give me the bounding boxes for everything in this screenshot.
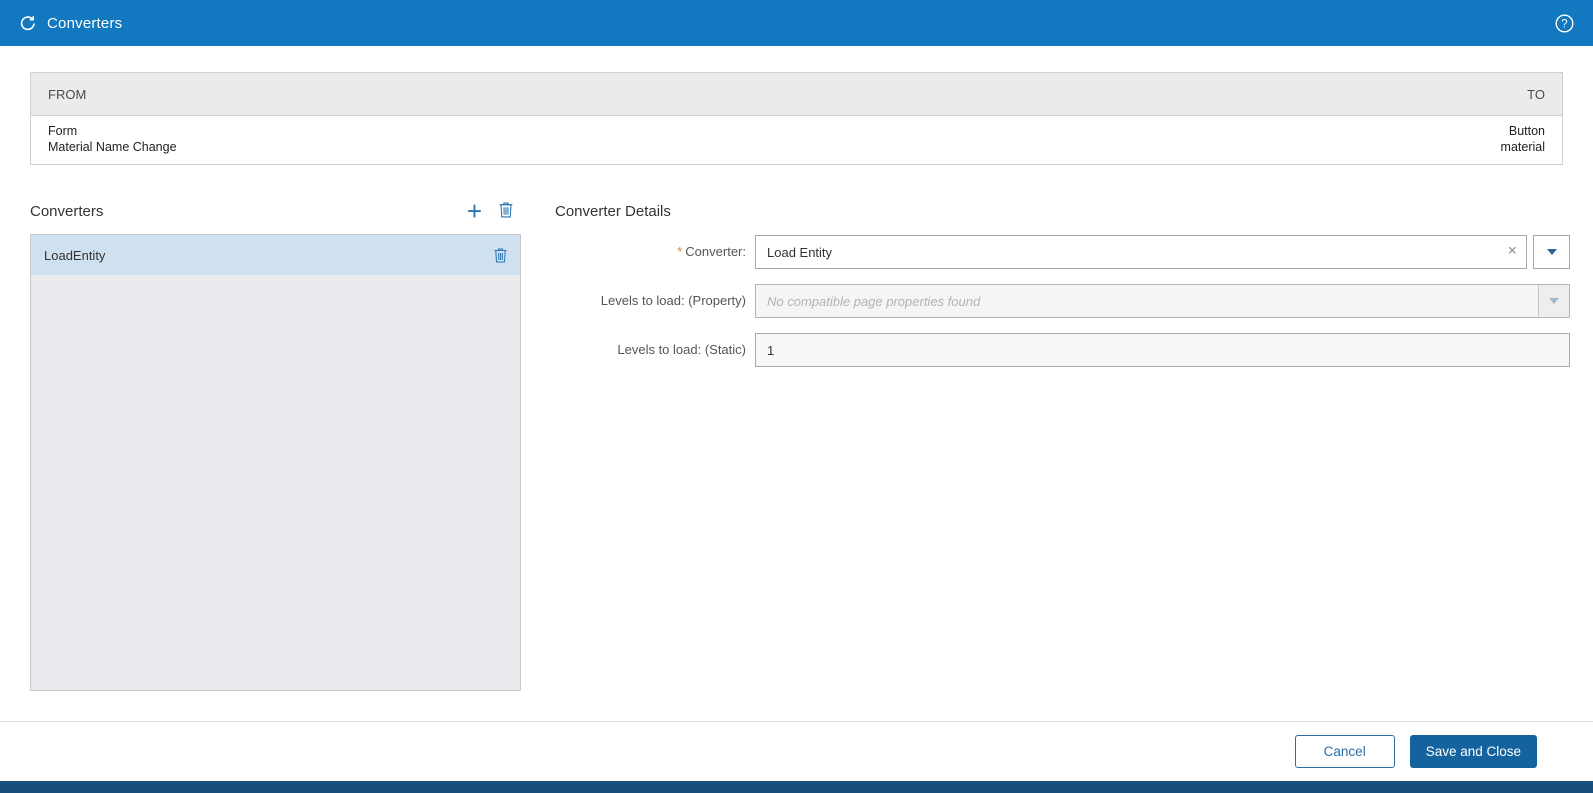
converter-details-title: Converter Details [555,202,671,220]
converter-field-label: * Converter: [677,244,746,259]
required-marker: * [677,244,683,259]
titlebar: Converters ? [0,0,1593,46]
levels-property-label: Levels to load: (Property) [600,293,746,308]
converter-combobox[interactable]: × [755,235,1527,269]
mapping-to-name: material [1500,140,1545,154]
levels-static-label: Levels to load: (Static) [617,342,746,357]
mapping-from-type: Form [48,124,78,138]
chevron-down-icon [1546,249,1557,255]
converters-panel-title: Converters [30,202,104,220]
delete-converter-item-icon[interactable] [494,248,507,263]
clear-icon[interactable]: × [1508,243,1517,260]
help-icon[interactable]: ? [1555,13,1574,33]
chevron-down-icon [1549,298,1559,304]
levels-static-field-row: Levels to load: (Static) [555,333,1570,367]
converters-list: LoadEntity [30,234,521,691]
cancel-button[interactable]: Cancel [1294,735,1395,768]
levels-property-combobox [755,284,1570,318]
converter-field-row: *Converter: × [555,235,1570,269]
converter-details-panel: Converter Details *Converter: × [521,196,1570,691]
delete-converter-button[interactable] [499,202,513,221]
levels-property-dropdown-button [1538,285,1569,317]
bottom-bar [0,781,1593,793]
converter-sync-icon [19,15,36,32]
levels-property-input [756,285,1538,317]
add-converter-button[interactable]: + [466,196,482,226]
plus-icon: + [466,196,482,226]
mapping-to-type: Button [1508,124,1545,138]
mapping-to-cell: Button material [1501,123,1545,155]
mapping-table: FROM TO Form Material Name Change Button… [30,72,1563,165]
converter-dropdown-button[interactable] [1533,235,1570,269]
levels-static-input[interactable] [755,333,1570,367]
converter-list-item-label: LoadEntity [44,247,106,263]
converters-dialog: Converters ? FROM TO Form Material Name … [0,0,1593,793]
main-content: Converters + LoadEntity Converter Detail… [0,196,1593,691]
page-title: Converters [47,14,123,32]
mapping-row[interactable]: Form Material Name Change Button materia… [31,116,1562,164]
levels-property-field-row: Levels to load: (Property) [555,284,1570,318]
mapping-from-cell: Form Material Name Change [48,123,177,155]
from-column-header: FROM [48,86,87,102]
svg-text:?: ? [1561,18,1567,30]
converters-panel-header: Converters + [30,196,521,226]
mapping-table-header: FROM TO [31,73,1562,116]
dialog-footer: Cancel Save and Close [0,721,1593,781]
trash-icon [499,202,513,221]
converters-panel: Converters + LoadEntity [30,196,521,691]
save-and-close-button[interactable]: Save and Close [1409,735,1537,768]
mapping-from-name: Material Name Change [48,140,177,154]
converter-input[interactable] [756,236,1526,268]
converter-list-item[interactable]: LoadEntity [31,235,520,275]
to-column-header: TO [1527,86,1545,102]
